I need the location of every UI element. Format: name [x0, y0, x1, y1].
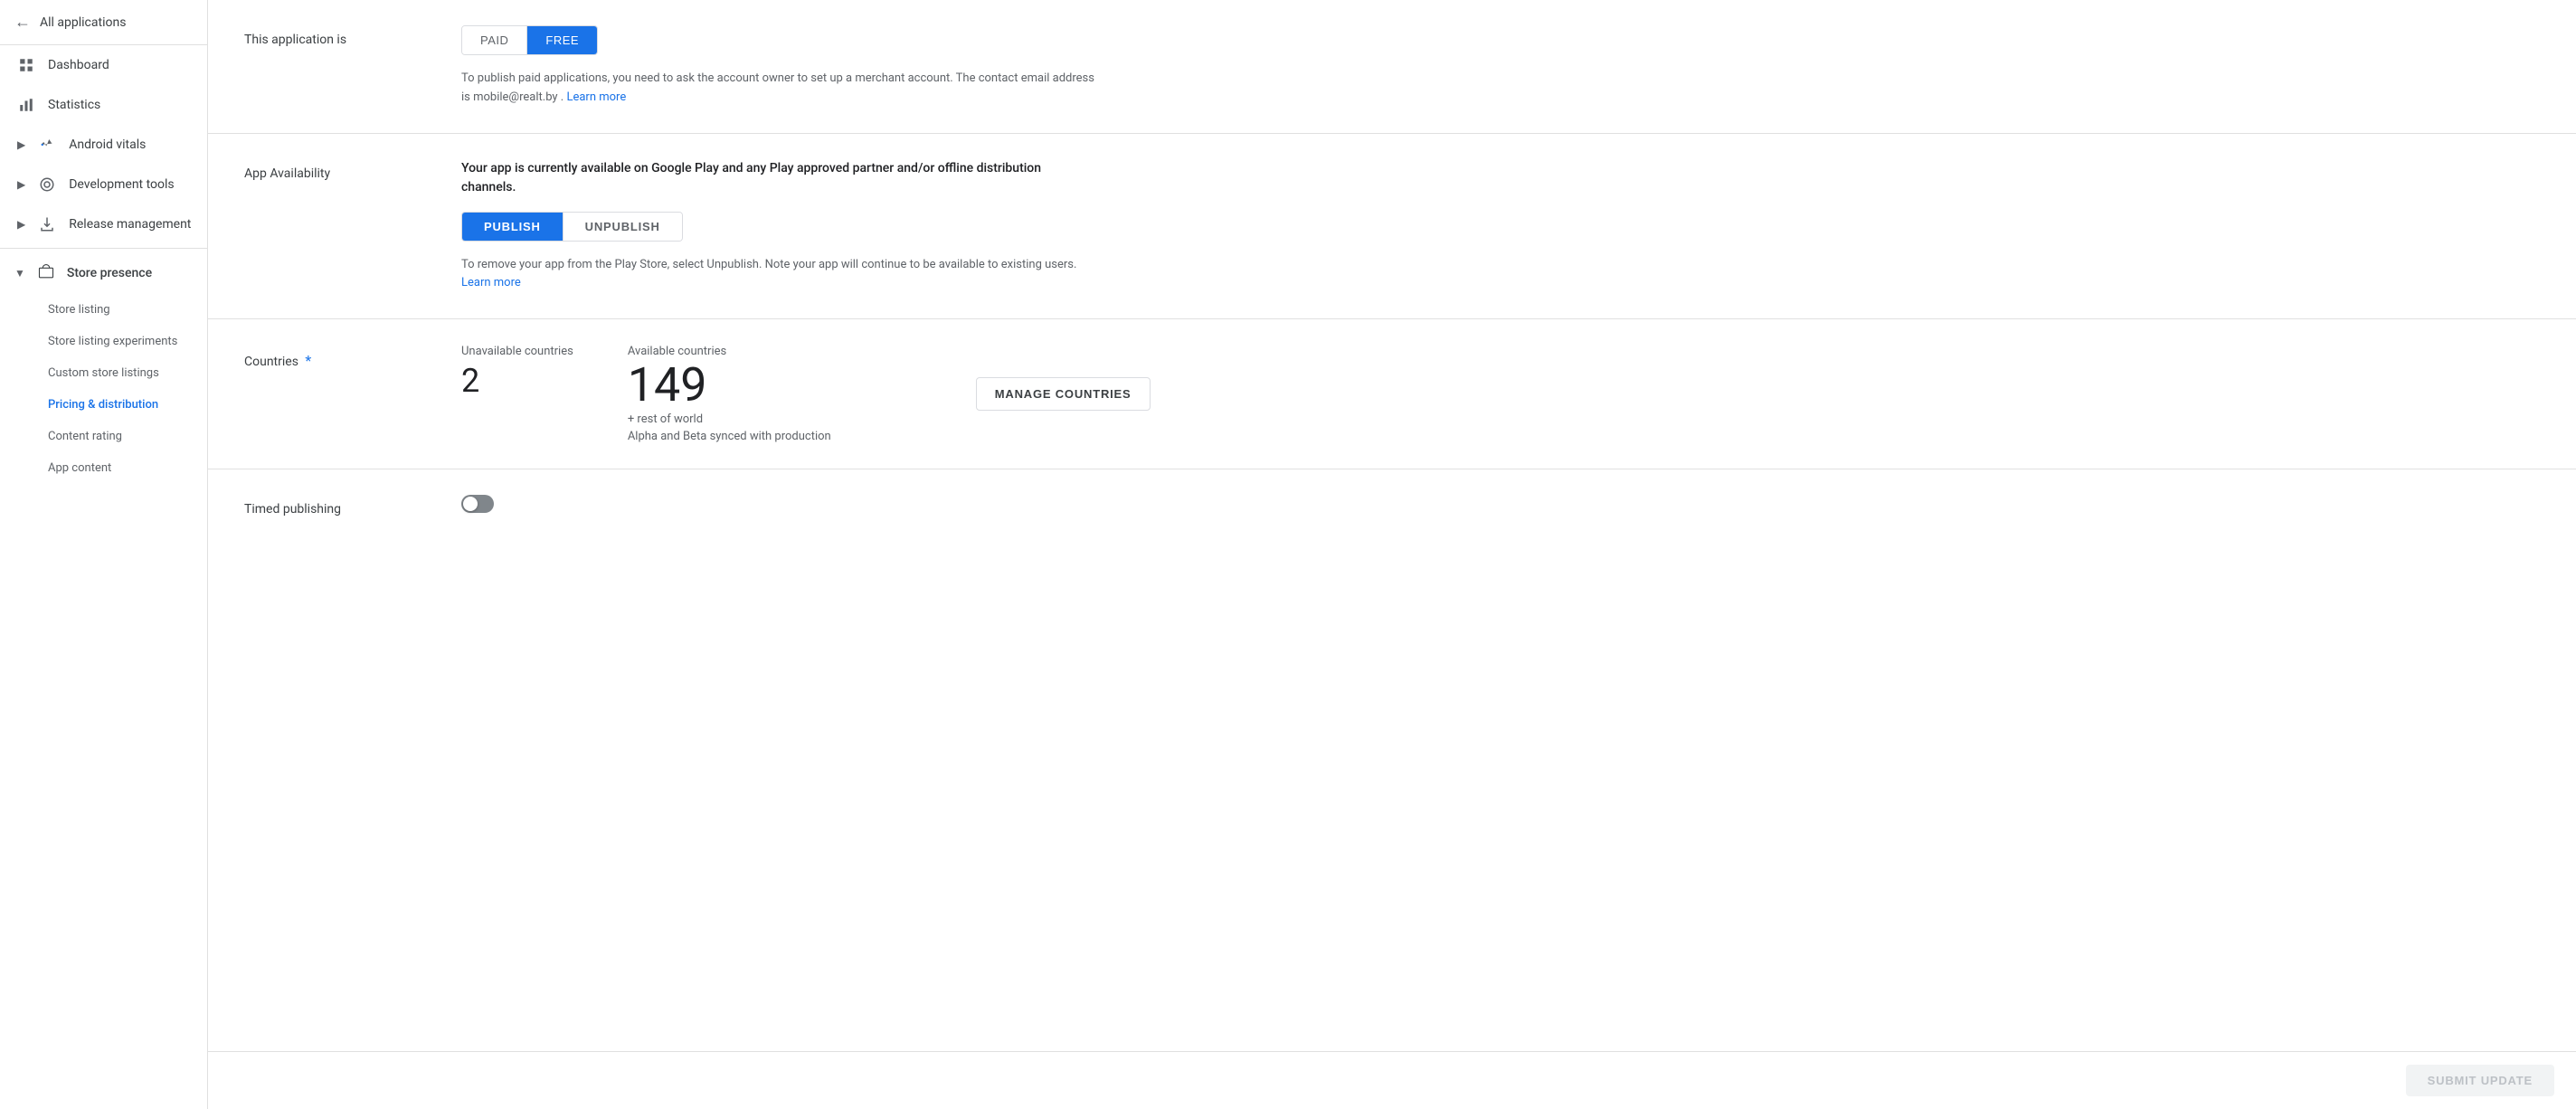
availability-learn-more-link[interactable]: Learn more [461, 276, 521, 289]
sidebar-item-app-content[interactable]: App content [0, 452, 207, 484]
app-type-label: This application is [244, 25, 425, 47]
development-tools-label: Development tools [69, 177, 174, 192]
sidebar-item-store-listing-experiments[interactable]: Store listing experiments [0, 326, 207, 357]
release-management-icon [38, 215, 56, 233]
dashboard-icon [17, 56, 35, 74]
sidebar-divider [0, 248, 207, 249]
sidebar-item-release-management[interactable]: ▶ Release management [0, 204, 207, 244]
sidebar-item-pricing-distribution[interactable]: Pricing & distribution [0, 389, 207, 421]
unavailable-count: 2 [461, 362, 573, 400]
store-presence-label: Store presence [67, 266, 152, 280]
timed-toggle-row [461, 495, 2540, 513]
sidebar-item-dashboard[interactable]: Dashboard [0, 45, 207, 85]
required-star: * [305, 352, 311, 369]
timed-publishing-toggle[interactable] [461, 495, 494, 513]
store-presence-icon [38, 263, 54, 283]
countries-content: Unavailable countries 2 Available countr… [461, 345, 2540, 443]
paid-free-toggle: PAID FREE [461, 25, 598, 55]
sidebar-item-android-vitals[interactable]: ▶ Android vitals [0, 125, 207, 165]
countries-section: Countries * Unavailable countries 2 Avai… [208, 319, 2576, 469]
available-label: Available countries [628, 345, 831, 358]
countries-data-row: Unavailable countries 2 Available countr… [461, 345, 2540, 443]
app-type-content: PAID FREE To publish paid applications, … [461, 25, 2540, 108]
availability-content: Your app is currently available on Googl… [461, 159, 2540, 294]
unavailable-label: Unavailable countries [461, 345, 573, 358]
back-button[interactable]: ← All applications [0, 0, 207, 45]
publish-button[interactable]: PUBLISH [462, 213, 563, 241]
app-type-learn-more-link[interactable]: Learn more [566, 90, 626, 104]
free-button[interactable]: FREE [527, 26, 597, 54]
back-arrow-icon: ← [14, 13, 31, 32]
chevron-right-icon-2: ▶ [17, 178, 25, 191]
footer-bar: SUBMIT UPDATE [208, 1051, 2576, 1109]
available-countries-col: Available countries 149 + rest of world … [628, 345, 831, 443]
manage-countries-button[interactable]: MANAGE COUNTRIES [976, 377, 1151, 411]
statistics-icon [17, 96, 35, 114]
app-type-row: This application is PAID FREE To publish… [244, 25, 2540, 108]
chevron-right-icon: ▶ [17, 138, 25, 151]
sidebar-item-development-tools[interactable]: ▶ Development tools [0, 165, 207, 204]
sync-note: Alpha and Beta synced with production [628, 430, 831, 443]
countries-label: Countries * [244, 345, 425, 369]
chevron-right-icon-3: ▶ [17, 218, 25, 231]
availability-row: App Availability Your app is currently a… [244, 159, 2540, 294]
sidebar: ← All applications Dashboard Statistics … [0, 0, 208, 1109]
release-management-label: Release management [69, 217, 191, 232]
unavailable-countries-col: Unavailable countries 2 [461, 345, 573, 400]
availability-section: App Availability Your app is currently a… [208, 134, 2576, 320]
sidebar-item-custom-store-listings[interactable]: Custom store listings [0, 357, 207, 389]
app-type-description: To publish paid applications, you need t… [461, 70, 1094, 108]
back-label: All applications [40, 15, 126, 30]
development-tools-icon [38, 175, 56, 194]
android-vitals-icon [38, 136, 56, 154]
availability-description: Your app is currently available on Googl… [461, 159, 1094, 197]
unpublish-button[interactable]: UNPUBLISH [563, 213, 682, 241]
sidebar-item-content-rating[interactable]: Content rating [0, 421, 207, 452]
availability-label: App Availability [244, 159, 425, 181]
main-content: This application is PAID FREE To publish… [208, 0, 2576, 1109]
content-wrapper: This application is PAID FREE To publish… [208, 0, 2576, 1051]
chevron-down-icon: ▼ [14, 267, 25, 280]
dashboard-label: Dashboard [48, 58, 109, 72]
sidebar-item-statistics[interactable]: Statistics [0, 85, 207, 125]
availability-note: To remove your app from the Play Store, … [461, 256, 1094, 294]
timed-publishing-section: Timed publishing [208, 469, 2576, 542]
countries-row: Countries * Unavailable countries 2 Avai… [244, 345, 2540, 443]
timed-publishing-row: Timed publishing [244, 495, 2540, 517]
publish-unpublish-toggle: PUBLISH UNPUBLISH [461, 212, 683, 242]
submit-update-button[interactable]: SUBMIT UPDATE [2406, 1065, 2554, 1096]
store-presence-header[interactable]: ▼ Store presence [0, 252, 207, 294]
sidebar-item-store-listing[interactable]: Store listing [0, 294, 207, 326]
paid-button[interactable]: PAID [462, 26, 527, 54]
statistics-label: Statistics [48, 98, 100, 112]
available-count: 149 [628, 362, 831, 409]
app-type-section: This application is PAID FREE To publish… [208, 0, 2576, 134]
timed-publishing-content [461, 495, 2540, 513]
rest-of-world-note: + rest of world [628, 412, 831, 426]
timed-publishing-label: Timed publishing [244, 495, 425, 517]
android-vitals-label: Android vitals [69, 137, 146, 152]
